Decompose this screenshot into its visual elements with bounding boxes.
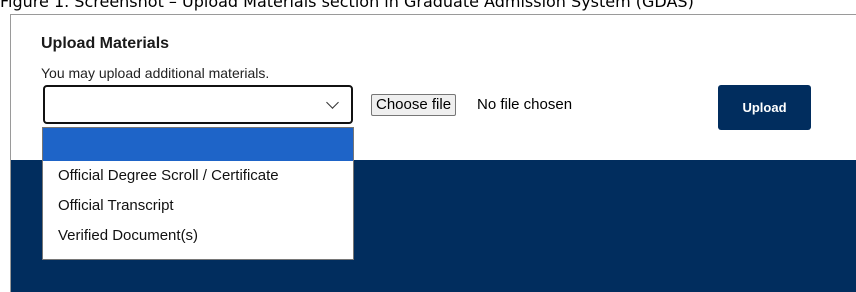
chevron-down-icon bbox=[326, 96, 339, 109]
helper-text: You may upload additional materials. bbox=[41, 65, 270, 81]
material-type-dropdown: Official Degree Scroll / Certificate Off… bbox=[42, 127, 354, 260]
upload-button[interactable]: Upload bbox=[718, 85, 811, 130]
file-status: No file chosen bbox=[477, 96, 573, 113]
upload-panel: Upload Materials You may upload addition… bbox=[10, 14, 856, 292]
dropdown-option-degree-scroll[interactable]: Official Degree Scroll / Certificate bbox=[43, 161, 353, 191]
dropdown-option-transcript[interactable]: Official Transcript bbox=[43, 191, 353, 221]
choose-file-button[interactable]: Choose file bbox=[371, 94, 457, 116]
material-type-select[interactable] bbox=[43, 85, 353, 124]
dropdown-option-blank[interactable] bbox=[43, 128, 353, 161]
dropdown-option-verified-document[interactable]: Verified Document(s) bbox=[43, 221, 353, 251]
section-title: Upload Materials bbox=[41, 35, 170, 52]
